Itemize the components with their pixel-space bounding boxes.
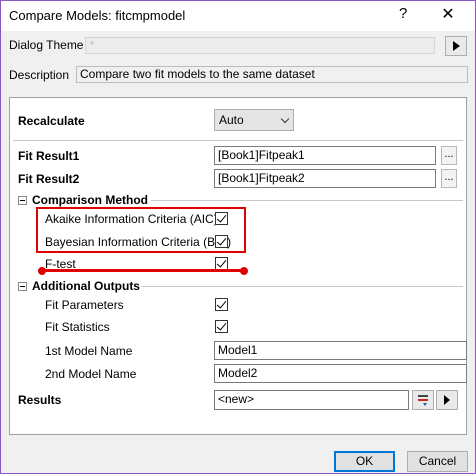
divider: [13, 140, 463, 141]
model2-name-label: 2nd Model Name: [45, 367, 137, 381]
results-input[interactable]: <new>: [214, 390, 409, 410]
recalculate-label: Recalculate: [18, 114, 85, 128]
model1-name-input[interactable]: Model1: [214, 341, 467, 360]
fit-statistics-checkbox[interactable]: [215, 320, 228, 333]
fit-statistics-label: Fit Statistics: [45, 320, 110, 334]
divider: [151, 200, 463, 201]
results-options-icon: [418, 395, 428, 406]
model2-name-input[interactable]: Model2: [214, 364, 467, 383]
collapse-comparison-icon[interactable]: [18, 196, 27, 205]
additional-outputs-label: Additional Outputs: [32, 279, 140, 293]
dialog-theme-input[interactable]: *: [85, 37, 435, 54]
dialog-window: Compare Models: fitcmpmodel ? ✕ Dialog T…: [0, 0, 476, 474]
highlight-underline: [42, 269, 244, 272]
cancel-button[interactable]: Cancel: [407, 451, 468, 472]
model1-name-label: 1st Model Name: [45, 344, 133, 358]
close-button[interactable]: ✕: [433, 3, 463, 27]
recalculate-select[interactable]: Auto: [214, 109, 294, 131]
highlight-box: [36, 207, 246, 253]
ok-button[interactable]: OK: [334, 451, 395, 472]
theme-menu-arrow-icon[interactable]: [445, 36, 467, 56]
fit-parameters-checkbox[interactable]: [215, 298, 228, 311]
fit-result2-browse-button[interactable]: ...: [441, 169, 457, 188]
collapse-outputs-icon[interactable]: [18, 282, 27, 291]
fit-result1-browse-button[interactable]: ...: [441, 146, 457, 165]
help-button[interactable]: ?: [399, 5, 407, 22]
highlight-marker: [240, 267, 248, 275]
window-title: Compare Models: fitcmpmodel: [9, 8, 186, 23]
dialog-theme-label: Dialog Theme: [9, 38, 84, 52]
fit-result1-input[interactable]: [Book1]Fitpeak1: [214, 146, 436, 165]
description-text: Compare two fit models to the same datas…: [76, 66, 468, 83]
fit-result1-label: Fit Result1: [18, 149, 80, 163]
triangle-right-icon: [444, 395, 450, 405]
fit-result2-label: Fit Result2: [18, 172, 80, 186]
fit-parameters-label: Fit Parameters: [45, 298, 124, 312]
results-options-button[interactable]: [412, 390, 434, 410]
divider: [141, 286, 463, 287]
title-bar: Compare Models: fitcmpmodel ? ✕: [1, 1, 475, 31]
comparison-method-label: Comparison Method: [32, 193, 148, 207]
results-menu-button[interactable]: [436, 390, 458, 410]
description-label: Description: [9, 68, 70, 82]
results-label: Results: [18, 393, 62, 407]
fit-result2-input[interactable]: [Book1]Fitpeak2: [214, 169, 436, 188]
